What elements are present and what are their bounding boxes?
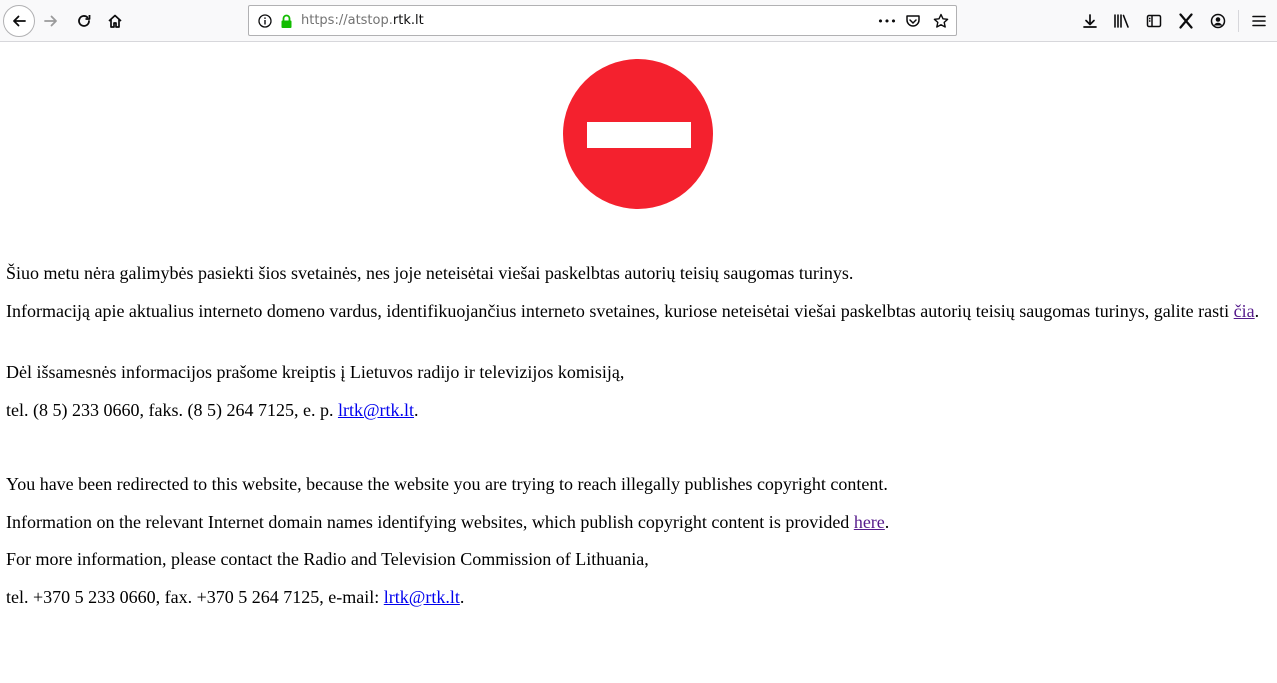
library-button[interactable]	[1106, 5, 1138, 37]
lt-paragraph-1: Šiuo metu nėra galimybės pasiekti šios s…	[6, 263, 854, 283]
lt-paragraph-3: Dėl išsamesnės informacijos prašome krei…	[6, 362, 625, 382]
account-icon	[1210, 13, 1226, 29]
sidebar-button[interactable]	[1138, 5, 1170, 37]
en-paragraph-2: Information on the relevant Internet dom…	[6, 512, 890, 532]
sidebar-icon	[1146, 14, 1162, 28]
lt-paragraph-2: Informaciją apie aktualius interneto dom…	[6, 301, 1260, 321]
page-content: Šiuo metu nėra galimybės pasiekti šios s…	[0, 42, 1277, 683]
reload-button[interactable]	[68, 5, 100, 37]
lt-email-link[interactable]: lrtk@rtk.lt	[338, 400, 414, 420]
download-icon	[1083, 14, 1097, 28]
url-bar[interactable]: https://atstop.rtk.lt •••	[248, 5, 957, 36]
extension-button[interactable]	[1170, 5, 1202, 37]
pocket-icon[interactable]	[904, 12, 922, 30]
toolbar-separator	[1238, 10, 1239, 32]
lt-contact-line: tel. (8 5) 233 0660, faks. (8 5) 264 712…	[6, 400, 419, 420]
en-paragraph-3: For more information, please contact the…	[6, 549, 649, 569]
account-button[interactable]	[1202, 5, 1234, 37]
lock-icon[interactable]	[277, 12, 295, 30]
bookmark-star-icon[interactable]	[932, 12, 950, 30]
reload-icon	[78, 15, 91, 27]
home-icon	[108, 14, 122, 28]
downloads-button[interactable]	[1074, 5, 1106, 37]
url-text[interactable]: https://atstop.rtk.lt	[301, 13, 424, 28]
en-contact-line: tel. +370 5 233 0660, fax. +370 5 264 71…	[6, 587, 465, 607]
x-icon	[1179, 13, 1193, 29]
menu-button[interactable]	[1243, 5, 1275, 37]
back-button[interactable]	[3, 5, 35, 37]
no-entry-sign-icon	[563, 59, 713, 209]
lt-info-link[interactable]: čia	[1234, 301, 1255, 321]
browser-toolbar: https://atstop.rtk.lt •••	[0, 0, 1277, 42]
forward-button[interactable]	[35, 5, 67, 37]
library-icon	[1114, 14, 1129, 28]
more-actions-icon[interactable]: •••	[876, 12, 898, 30]
arrow-left-icon	[13, 15, 26, 27]
hamburger-menu-icon	[1252, 15, 1266, 27]
info-icon[interactable]	[256, 12, 274, 30]
home-button[interactable]	[99, 5, 131, 37]
en-info-link[interactable]: here	[854, 512, 885, 532]
en-paragraph-1: You have been redirected to this website…	[6, 474, 888, 494]
arrow-right-icon	[44, 15, 57, 27]
en-email-link[interactable]: lrtk@rtk.lt	[384, 587, 460, 607]
